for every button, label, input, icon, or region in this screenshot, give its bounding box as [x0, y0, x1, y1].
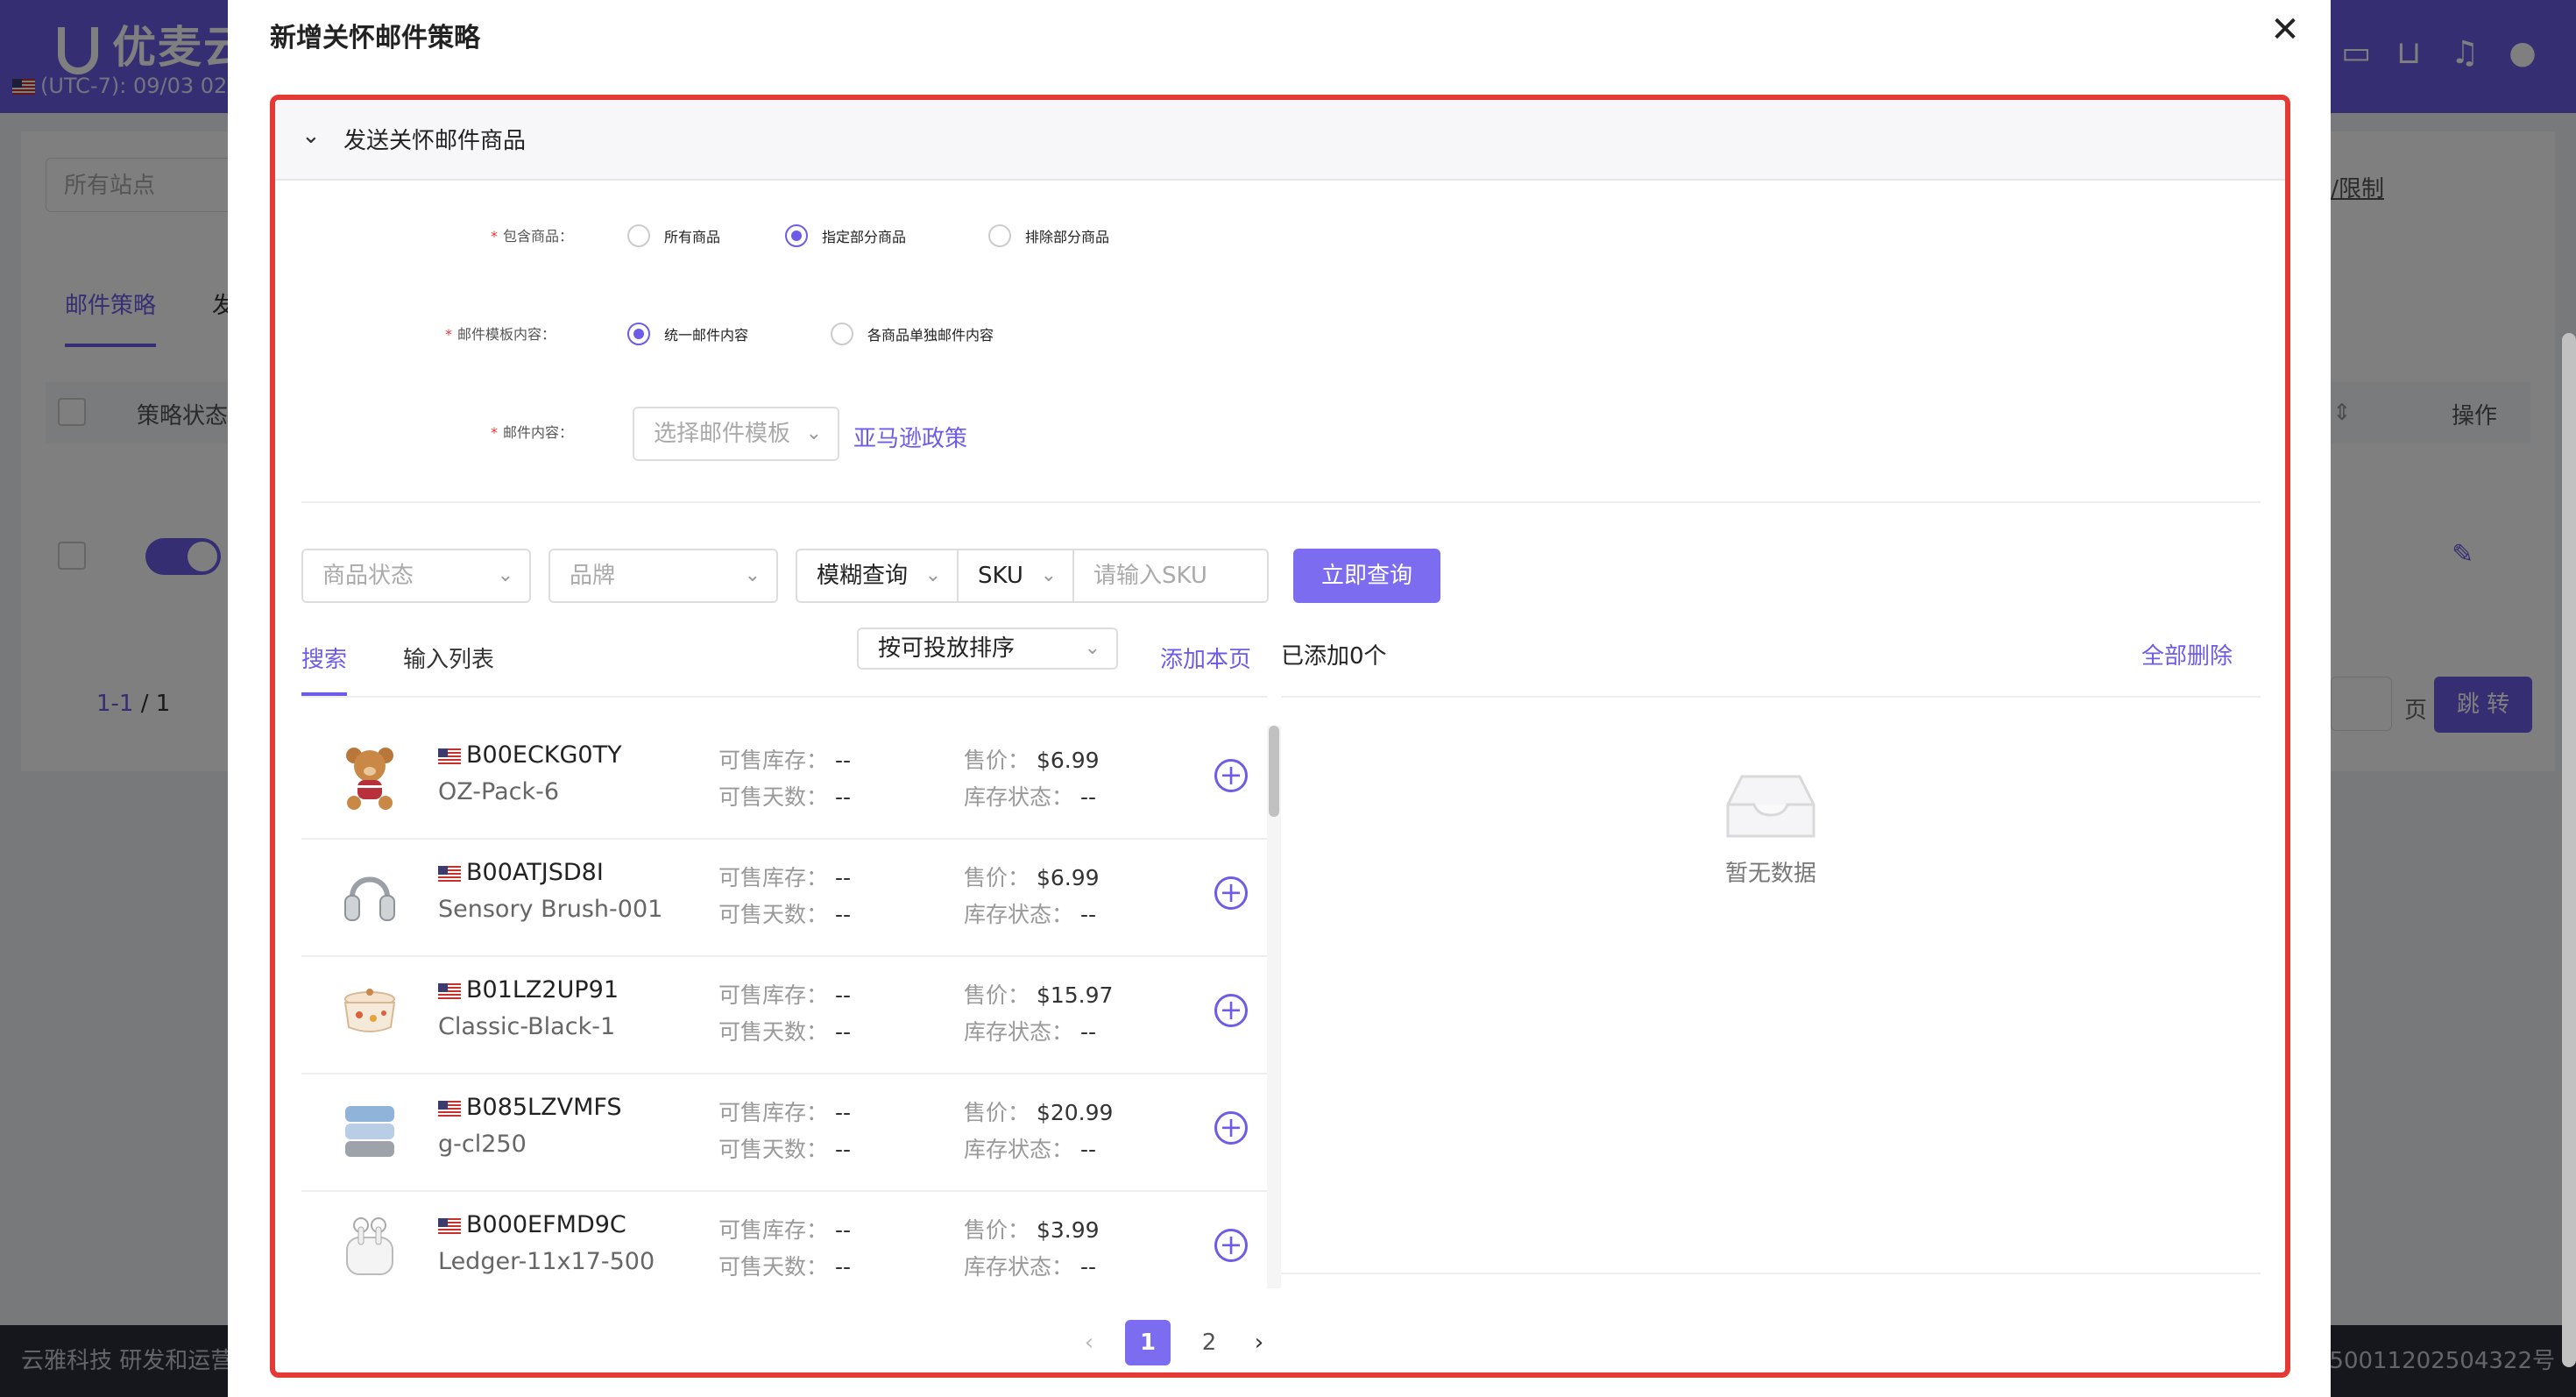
stock-status-info: 库存状态： -- [964, 1019, 1097, 1045]
teddy-bear-icon [346, 748, 393, 810]
add-product-icon[interactable]: + [1214, 994, 1248, 1027]
product-sku: OZ-Pack-6 [438, 778, 560, 805]
casserole-pot-icon [343, 989, 396, 1032]
chevron-down-icon: ⌄ [497, 564, 513, 586]
search-field-select[interactable]: SKU ⌄ [957, 549, 1074, 603]
section-title: 发送关怀邮件商品 [343, 128, 527, 154]
chevron-down-icon[interactable]: ⌄ [301, 123, 321, 149]
days-info: 可售天数： -- [718, 1019, 852, 1045]
product-section: ⌄ 发送关怀邮件商品 * 包含商品： 所有商品 指定部分商品 排除部分商品 * 邮件… [270, 95, 2290, 1378]
product-asin[interactable]: B000EFMD9C [438, 1211, 626, 1238]
right-panel-bottom [1281, 1273, 2261, 1274]
product-asin[interactable]: B085LZVMFS [438, 1094, 622, 1121]
product-list: B00ECKG0TY OZ-Pack-6 可售库存： -- 可售天数： -- 售… [301, 722, 1267, 1288]
product-sku: Sensory Brush-001 [438, 896, 663, 923]
empty-inbox-icon [1726, 775, 1815, 838]
modal-title: 新增关怀邮件策略 [270, 23, 480, 53]
next-page-button[interactable]: › [1246, 1320, 1272, 1365]
page-1-button[interactable]: 1 [1125, 1320, 1171, 1365]
stock-status-info: 库存状态： -- [964, 902, 1097, 927]
radio-individual-content[interactable]: 各商品单独邮件内容 [831, 323, 994, 345]
stock-info: 可售库存： -- [718, 1100, 852, 1125]
days-info: 可售天数： -- [718, 1254, 852, 1280]
price-info: 售价： $6.99 [964, 865, 1100, 890]
us-flag-icon [438, 865, 461, 882]
product-sku: g-cl250 [438, 1131, 527, 1158]
stock-status-info: 库存状态： -- [964, 784, 1097, 810]
tab-search[interactable]: 搜索 [301, 642, 347, 674]
added-count: 已添加0个 [1281, 643, 1387, 670]
divider [301, 501, 2261, 503]
empty-text: 暂无数据 [1724, 861, 1816, 887]
price-info: 售价： $15.97 [964, 982, 1114, 1008]
product-sku: Classic-Black-1 [438, 1013, 616, 1040]
stock-info: 可售库存： -- [718, 1217, 852, 1243]
price-info: 售价： $6.99 [964, 748, 1100, 773]
days-info: 可售天数： -- [718, 902, 852, 927]
product-status-select[interactable]: 商品状态 ⌄ [301, 549, 531, 603]
chevron-down-icon: ⌄ [1040, 564, 1057, 586]
amazon-policy-link[interactable]: 亚马逊政策 [853, 421, 967, 453]
product-asin[interactable]: B00ATJSD8I [438, 859, 604, 886]
close-icon[interactable]: ✕ [2264, 9, 2306, 51]
us-flag-icon [438, 1217, 461, 1234]
sort-select[interactable]: 按可投放排序 ⌄ [857, 628, 1118, 670]
section-header[interactable]: ⌄ 发送关怀邮件商品 [275, 100, 2285, 181]
radio-specified-products[interactable]: 指定部分商品 [785, 224, 906, 247]
days-info: 可售天数： -- [718, 784, 852, 810]
stock-info: 可售库存： -- [718, 865, 852, 890]
prev-page-button[interactable]: ‹ [1076, 1320, 1102, 1365]
radio-all-products[interactable]: 所有商品 [627, 224, 720, 247]
price-info: 售价： $20.99 [964, 1100, 1114, 1125]
stock-status-info: 库存状态： -- [964, 1254, 1097, 1280]
template-select[interactable]: 选择邮件模板 ⌄ [633, 407, 839, 461]
list-item: B085LZVMFS g-cl250 可售库存： -- 可售天数： -- 售价：… [301, 1074, 1267, 1192]
days-info: 可售天数： -- [718, 1137, 852, 1162]
stock-info: 可售库存： -- [718, 982, 852, 1008]
product-sku: Ledger-11x17-500 [438, 1248, 655, 1275]
page-scrollbar[interactable] [2562, 333, 2576, 1367]
right-panel-divider [1281, 696, 2261, 698]
add-product-icon[interactable]: + [1214, 1111, 1248, 1145]
tab-input-list[interactable]: 输入列表 [403, 642, 494, 674]
towels-icon [345, 1106, 394, 1157]
add-product-icon[interactable]: + [1214, 1229, 1248, 1262]
brand-select[interactable]: 品牌 ⌄ [548, 549, 778, 603]
sku-input[interactable]: 请输入SKU [1072, 549, 1269, 603]
tab-divider [301, 696, 1267, 698]
list-item: B000EFMD9C Ledger-11x17-500 可售库存： -- 可售天… [301, 1192, 1267, 1288]
headphones-icon [344, 876, 395, 921]
price-info: 售价： $3.99 [964, 1217, 1100, 1243]
content-label: * 邮件内容： [491, 424, 574, 441]
chevron-down-icon: ⌄ [1084, 637, 1100, 659]
include-label: * 包含商品： [491, 228, 574, 245]
earbuds-icon [346, 1217, 393, 1275]
product-asin[interactable]: B00ECKG0TY [438, 741, 622, 769]
radio-exclude-products[interactable]: 排除部分商品 [988, 224, 1109, 247]
add-product-icon[interactable]: + [1214, 759, 1248, 792]
template-label: * 邮件模板内容： [445, 326, 556, 343]
add-product-icon[interactable]: + [1214, 876, 1248, 910]
list-item: B01LZ2UP91 Classic-Black-1 可售库存： -- 可售天数… [301, 957, 1267, 1074]
us-flag-icon [438, 748, 461, 764]
stock-status-info: 库存状态： -- [964, 1137, 1097, 1162]
page-2-button[interactable]: 2 [1192, 1320, 1227, 1365]
list-item: B00ATJSD8I Sensory Brush-001 可售库存： -- 可售… [301, 840, 1267, 957]
delete-all-link[interactable]: 全部删除 [2141, 638, 2233, 670]
chevron-down-icon: ⌄ [744, 564, 761, 586]
us-flag-icon [438, 1100, 461, 1117]
us-flag-icon [438, 982, 461, 999]
search-button[interactable]: 立即查询 [1293, 549, 1440, 603]
match-mode-select[interactable]: 模糊查询 ⌄ [796, 549, 959, 603]
stock-info: 可售库存： -- [718, 748, 852, 773]
list-item: B00ECKG0TY OZ-Pack-6 可售库存： -- 可售天数： -- 售… [301, 722, 1267, 840]
product-asin[interactable]: B01LZ2UP91 [438, 976, 619, 1003]
list-scrollbar[interactable] [1267, 726, 1281, 1288]
chevron-down-icon: ⌄ [805, 422, 822, 444]
chevron-down-icon: ⌄ [924, 564, 941, 586]
add-page-link[interactable]: 添加本页 [1160, 642, 1251, 674]
radio-unified-content[interactable]: 统一邮件内容 [627, 323, 748, 345]
